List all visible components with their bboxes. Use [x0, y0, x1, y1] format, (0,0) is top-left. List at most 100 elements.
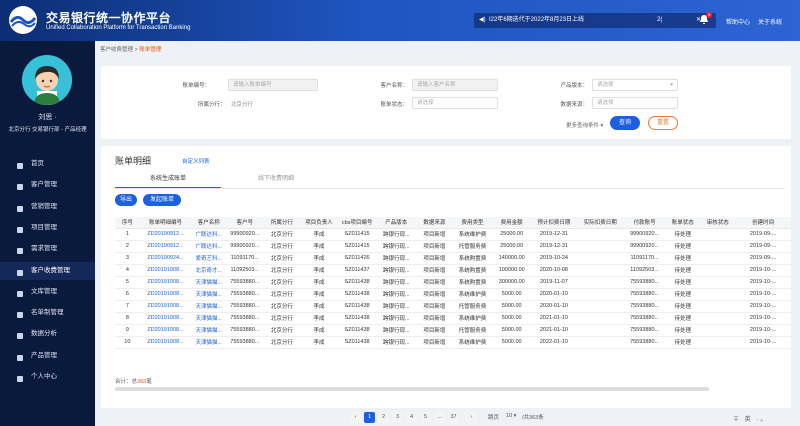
column-header[interactable]: 费用金额	[492, 217, 532, 229]
customer-input[interactable]: 请输入客户名称	[412, 79, 498, 91]
table-cell[interactable]: 北京奇才...	[191, 264, 227, 277]
sidebar-item-9[interactable]: 产品管理	[0, 347, 95, 365]
table-cell	[700, 252, 736, 265]
user-name[interactable]: 刘思 ·	[0, 112, 95, 122]
custom-list-link[interactable]: 自定义列表	[182, 157, 210, 165]
table-cell[interactable]: ZD20190912...	[139, 228, 192, 241]
sidebar-item-1[interactable]: 客户管理	[0, 176, 95, 194]
sidebar-item-2[interactable]: 营销管理	[0, 198, 95, 216]
column-header[interactable]: 创建时间	[735, 217, 791, 229]
table-row[interactable]: 7 ZD20191008... 天津猫猫... 75593880... 北京分行 李成 SZ…	[115, 300, 791, 313]
table-row[interactable]: 5 ZD20191008... 天津猫猫... 75593880... 北京分行 李成 SZ…	[115, 276, 791, 289]
status-select[interactable]: 请选择	[412, 97, 498, 109]
column-header[interactable]: 费用类型	[452, 217, 493, 229]
sidebar-item-label: 文库管理	[31, 287, 57, 295]
column-header[interactable]: 所属分行	[263, 217, 301, 229]
prev-page-button[interactable]: ‹	[350, 412, 361, 423]
column-header[interactable]: 账单明细编号	[139, 217, 192, 229]
notice-bar[interactable]: ◀) I22年6期迭代于2022年8月23日上线 2( ✕	[474, 13, 716, 28]
table-cell[interactable]: ZD20191008...	[139, 276, 192, 289]
table-cell: 11091170...	[226, 252, 264, 265]
sidebar-item-6[interactable]: 文库管理	[0, 283, 95, 301]
page-button[interactable]: 2	[378, 412, 389, 423]
export-button[interactable]: 导出	[115, 194, 137, 206]
table-cell[interactable]: 天津猫猫...	[191, 336, 227, 349]
table-cell: 系统购置费	[452, 276, 493, 289]
table-cell[interactable]: 广联达科...	[191, 228, 227, 241]
table-row[interactable]: 2 ZD20190912... 广联达科... 99900920... 北京分行 李成 SZ…	[115, 240, 791, 253]
column-header[interactable]: 客户号	[226, 217, 264, 229]
column-header[interactable]: 实际扣费日期	[576, 217, 624, 229]
table-cell[interactable]: 天津猫猫...	[191, 312, 227, 325]
column-header[interactable]: 审核状态	[700, 217, 736, 229]
column-header[interactable]: 账单状态	[665, 217, 701, 229]
next-page-button[interactable]: ›	[466, 412, 477, 423]
table-row[interactable]: 1 ZD20190912... 广联达科... 99900920... 北京分行 李成 SZ…	[115, 228, 791, 241]
sidebar-item-3[interactable]: 项目管理	[0, 219, 95, 237]
page-button[interactable]: 1	[364, 412, 375, 423]
table-cell[interactable]: 广联达科...	[191, 240, 227, 253]
column-header[interactable]: cbs项目编号	[337, 217, 377, 229]
query-button[interactable]: 查询	[610, 116, 640, 130]
about-link[interactable]: 关于系统	[758, 17, 782, 26]
top-header: 交易银行统一协作平台 Unified Collaboration Platfor…	[0, 0, 800, 41]
column-header[interactable]: 产品版本	[376, 217, 416, 229]
table-cell[interactable]: 爱奇艺科...	[191, 252, 227, 265]
table-row[interactable]: 9 ZD20191008... 天津猫猫... 75593880... 北京分行 李成 SZ…	[115, 324, 791, 337]
help-link[interactable]: 帮助中心	[726, 17, 750, 26]
table-cell[interactable]: ZD20191008...	[139, 324, 192, 337]
initiate-bill-button[interactable]: 发起账单	[143, 194, 181, 206]
sidebar-item-7[interactable]: 名单制管理	[0, 304, 95, 322]
table-cell[interactable]: 天津猫猫...	[191, 300, 227, 313]
sidebar-item-5[interactable]: 客户收费管理	[0, 261, 95, 280]
table-cell[interactable]: ZD20191008...	[139, 312, 192, 325]
source-select[interactable]: 请选择	[592, 97, 678, 109]
table-row[interactable]: 6 ZD20191008... 天津猫猫... 75593880... 北京分行 李成 SZ…	[115, 288, 791, 301]
breadcrumb-parent[interactable]: 客户收费管理	[100, 47, 133, 53]
column-header[interactable]: 项目负责人	[300, 217, 338, 229]
page-button[interactable]: 5	[420, 412, 431, 423]
table-cell[interactable]: ZD20191008...	[139, 336, 192, 349]
column-header[interactable]: 数据来源	[415, 217, 453, 229]
table-cell: 跨银行现...	[376, 300, 416, 313]
page-button[interactable]: 4	[406, 412, 417, 423]
tab-offline-fees[interactable]: 线下收费明细	[223, 173, 329, 182]
tab-system-bills[interactable]: 系统生成账单	[115, 173, 221, 188]
table-cell[interactable]: ZD20190924...	[139, 252, 192, 265]
horizontal-scrollbar[interactable]	[115, 387, 709, 391]
column-header[interactable]: 付款账号	[623, 217, 666, 229]
table-cell[interactable]: ZD20191008...	[139, 288, 192, 301]
table-cell[interactable]: 天津猫猫...	[191, 288, 227, 301]
page-button[interactable]: ...	[434, 412, 445, 423]
reset-button[interactable]: 重置	[648, 116, 678, 130]
column-header[interactable]: 客户名称	[191, 217, 227, 229]
table-cell[interactable]: 天津猫猫...	[191, 324, 227, 337]
table-row[interactable]: 4 ZD20191008... 北京奇才... 11092503... 北京分行 李成 SZ…	[115, 264, 791, 277]
bill-no-input[interactable]: 请输入账单编号	[228, 79, 318, 91]
table-cell[interactable]: ZD20190912...	[139, 240, 192, 253]
sidebar-item-4[interactable]: 需求管理	[0, 240, 95, 258]
sidebar-item-8[interactable]: 数据分析	[0, 325, 95, 343]
notice-text[interactable]: I22年6期迭代于2022年8月23日上线	[489, 13, 584, 28]
table-cell: 待处理	[665, 252, 701, 265]
page-size-select[interactable]: 10 ▾	[506, 413, 516, 419]
table-cell[interactable]: ZD20191008...	[139, 264, 192, 277]
table-cell: 75593880...	[226, 288, 264, 301]
table-row[interactable]: 10 ZD20191008... 天津猫猫... 75593880... 北京分行 李成 S…	[115, 336, 791, 349]
avatar[interactable]	[22, 55, 72, 105]
table-row[interactable]: 3 ZD20190924... 爱奇艺科... 11091170... 北京分行 李成 SZ…	[115, 252, 791, 265]
version-select[interactable]: 请选择 ▾	[592, 79, 678, 91]
column-header[interactable]: 序号	[115, 217, 140, 229]
page-button[interactable]: 3	[392, 412, 403, 423]
table-row[interactable]: 8 ZD20191008... 天津猫猫... 75593880... 北京分行 李成 SZ…	[115, 312, 791, 325]
more-filters-link[interactable]: 更多查询条件 ▾	[566, 121, 603, 129]
sidebar-item-10[interactable]: 个人中心	[0, 368, 95, 386]
column-header[interactable]: 预计扣费日期	[531, 217, 577, 229]
table-cell[interactable]: 天津猫猫...	[191, 276, 227, 289]
bill-table: 序号 账单明细编号 客户名称 客户号 所属分行 项目负责人 cbs项目编号 产品版本 数据来源费…	[115, 217, 791, 349]
page-button[interactable]: 37	[448, 412, 459, 423]
table-cell: 北京分行	[263, 276, 301, 289]
bell-icon[interactable]: 9	[699, 12, 713, 26]
sidebar-item-0[interactable]: 首页	[0, 155, 95, 173]
table-cell[interactable]: ZD20191008...	[139, 300, 192, 313]
